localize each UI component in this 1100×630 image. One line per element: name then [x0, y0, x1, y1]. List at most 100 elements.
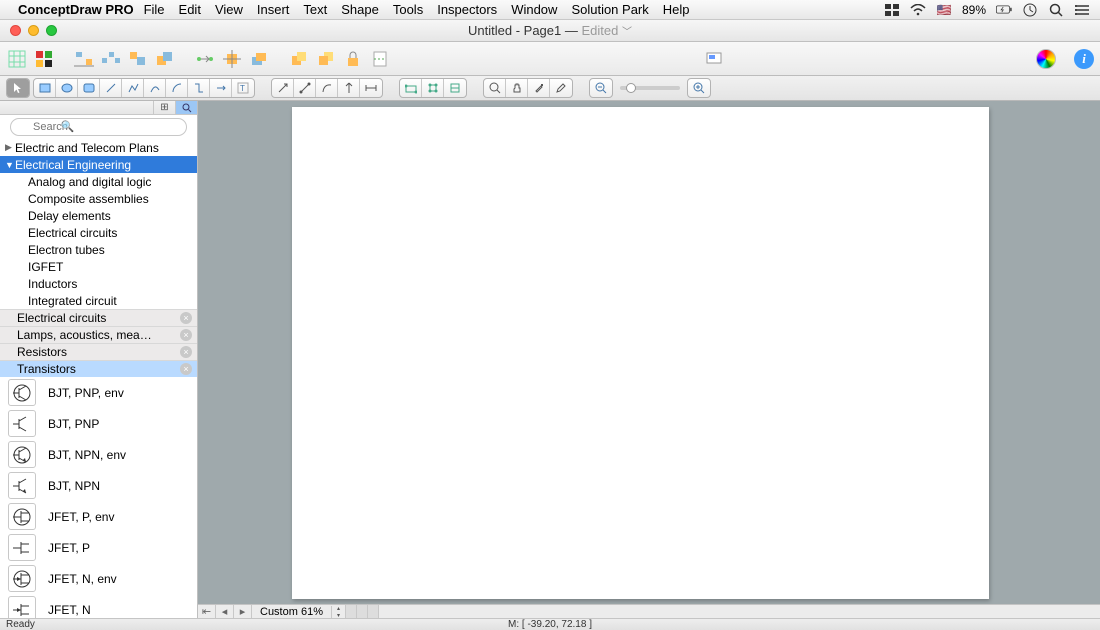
- close-icon[interactable]: ×: [180, 312, 192, 324]
- title-chevron-icon[interactable]: ﹀: [622, 27, 632, 38]
- menu-window[interactable]: Window: [511, 2, 557, 17]
- presentation-icon[interactable]: [703, 48, 725, 70]
- menu-edit[interactable]: Edit: [179, 2, 201, 17]
- shape-jfet-p[interactable]: JFET, P: [0, 532, 197, 563]
- rounded-rect-tool[interactable]: [78, 79, 100, 97]
- menu-solution-park[interactable]: Solution Park: [571, 2, 648, 17]
- ellipse-tool[interactable]: [56, 79, 78, 97]
- subcat-delay[interactable]: Delay elements: [0, 207, 197, 224]
- pan-tool[interactable]: [506, 79, 528, 97]
- close-icon[interactable]: ×: [180, 346, 192, 358]
- lib-lamps-acoustics[interactable]: Lamps, acoustics, mea…×: [0, 326, 197, 343]
- menu-help[interactable]: Help: [663, 2, 690, 17]
- menu-text[interactable]: Text: [303, 2, 327, 17]
- flow-icon[interactable]: [194, 48, 216, 70]
- next-page-button[interactable]: ▸: [234, 605, 252, 619]
- horizontal-tool[interactable]: [360, 79, 382, 97]
- line-tool[interactable]: [100, 79, 122, 97]
- layers-icon[interactable]: [248, 48, 270, 70]
- node-tool[interactable]: [422, 79, 444, 97]
- category-electrical-engineering[interactable]: ▼Electrical Engineering: [0, 156, 197, 173]
- lock-icon[interactable]: [342, 48, 364, 70]
- menu-inspectors[interactable]: Inspectors: [437, 2, 497, 17]
- pointer-tool[interactable]: [7, 79, 29, 97]
- category-electric-telecom[interactable]: ▶Electric and Telecom Plans: [0, 139, 197, 156]
- grid-icon[interactable]: [6, 48, 28, 70]
- distribute-icon[interactable]: [100, 48, 122, 70]
- rect-tool[interactable]: [34, 79, 56, 97]
- sidebar-tab-tree[interactable]: [0, 101, 153, 114]
- snap-icon[interactable]: [221, 48, 243, 70]
- shape-bjt-npn-env[interactable]: BJT, NPN, env: [0, 439, 197, 470]
- zoom-in-button[interactable]: [688, 79, 710, 97]
- spotlight-icon[interactable]: [1048, 3, 1064, 17]
- canvas-area[interactable]: ⇤ ◂ ▸ Custom 61% ▴▾: [198, 101, 1100, 618]
- shape-jfet-n-env[interactable]: JFET, N, env: [0, 563, 197, 594]
- zoom-slider[interactable]: [620, 86, 680, 90]
- subcat-composite[interactable]: Composite assemblies: [0, 190, 197, 207]
- flag-icon[interactable]: 🇺🇸: [936, 3, 952, 17]
- menu-view[interactable]: View: [215, 2, 243, 17]
- close-icon[interactable]: ×: [180, 363, 192, 375]
- menu-tools[interactable]: Tools: [393, 2, 423, 17]
- subcat-integrated-circuit[interactable]: Integrated circuit: [0, 292, 197, 309]
- subcat-electron-tubes[interactable]: Electron tubes: [0, 241, 197, 258]
- arrow-tool[interactable]: [272, 79, 294, 97]
- eyedropper-tool[interactable]: [528, 79, 550, 97]
- subcat-analog-digital[interactable]: Analog and digital logic: [0, 173, 197, 190]
- subcat-igfet[interactable]: IGFET: [0, 258, 197, 275]
- info-button[interactable]: i: [1074, 49, 1094, 69]
- search-input[interactable]: [10, 118, 187, 136]
- lib-electrical-circuits[interactable]: Electrical circuits×: [0, 309, 197, 326]
- subcat-inductors[interactable]: Inductors: [0, 275, 197, 292]
- menu-shape[interactable]: Shape: [341, 2, 379, 17]
- arrange-icon[interactable]: [154, 48, 176, 70]
- smart-connector-tool[interactable]: [210, 79, 232, 97]
- group-icon[interactable]: [127, 48, 149, 70]
- arc-tool[interactable]: [166, 79, 188, 97]
- zoom-tool[interactable]: [484, 79, 506, 97]
- reshape-tool[interactable]: [444, 79, 466, 97]
- lib-resistors[interactable]: Resistors×: [0, 343, 197, 360]
- page-tab[interactable]: [368, 605, 379, 619]
- sidebar-tab-search[interactable]: [175, 101, 197, 114]
- subcat-electrical-circuits[interactable]: Electrical circuits: [0, 224, 197, 241]
- close-icon[interactable]: ×: [180, 329, 192, 341]
- sidebar-tab-grid[interactable]: ⊞: [153, 101, 175, 114]
- zoom-out-button[interactable]: [590, 79, 612, 97]
- wifi-icon[interactable]: [910, 3, 926, 17]
- polyline-tool[interactable]: [122, 79, 144, 97]
- menu-file[interactable]: File: [144, 2, 165, 17]
- connector-tool[interactable]: [188, 79, 210, 97]
- edit-tool[interactable]: [550, 79, 572, 97]
- battery-icon[interactable]: [996, 3, 1012, 17]
- page-break-icon[interactable]: [369, 48, 391, 70]
- clock-icon[interactable]: [1022, 3, 1038, 17]
- dimension-tool[interactable]: [294, 79, 316, 97]
- shape-jfet-n[interactable]: JFET, N: [0, 594, 197, 618]
- curve-tool[interactable]: [316, 79, 338, 97]
- back-icon[interactable]: [315, 48, 337, 70]
- edit-points-tool[interactable]: [400, 79, 422, 97]
- vertical-tool[interactable]: [338, 79, 360, 97]
- lib-transistors[interactable]: Transistors×: [0, 360, 197, 377]
- color-swatch-icon[interactable]: [33, 48, 55, 70]
- shape-bjt-pnp-env[interactable]: BJT, PNP, env: [0, 377, 197, 408]
- app-name[interactable]: ConceptDraw PRO: [18, 2, 134, 17]
- dashboard-icon[interactable]: [884, 3, 900, 17]
- page-tab[interactable]: [346, 605, 357, 619]
- zoom-stepper[interactable]: ▴▾: [332, 605, 346, 619]
- color-wheel-button[interactable]: [1036, 49, 1056, 69]
- align-icon[interactable]: [73, 48, 95, 70]
- bezier-tool[interactable]: [144, 79, 166, 97]
- text-tool[interactable]: T: [232, 79, 254, 97]
- zoom-level-label[interactable]: Custom 61%: [252, 606, 332, 618]
- shape-bjt-npn[interactable]: BJT, NPN: [0, 470, 197, 501]
- front-icon[interactable]: [288, 48, 310, 70]
- collapse-button[interactable]: ⇤: [198, 605, 216, 619]
- shape-bjt-pnp[interactable]: BJT, PNP: [0, 408, 197, 439]
- page-canvas[interactable]: [292, 107, 989, 599]
- prev-page-button[interactable]: ◂: [216, 605, 234, 619]
- page-tab[interactable]: [357, 605, 368, 619]
- menu-insert[interactable]: Insert: [257, 2, 290, 17]
